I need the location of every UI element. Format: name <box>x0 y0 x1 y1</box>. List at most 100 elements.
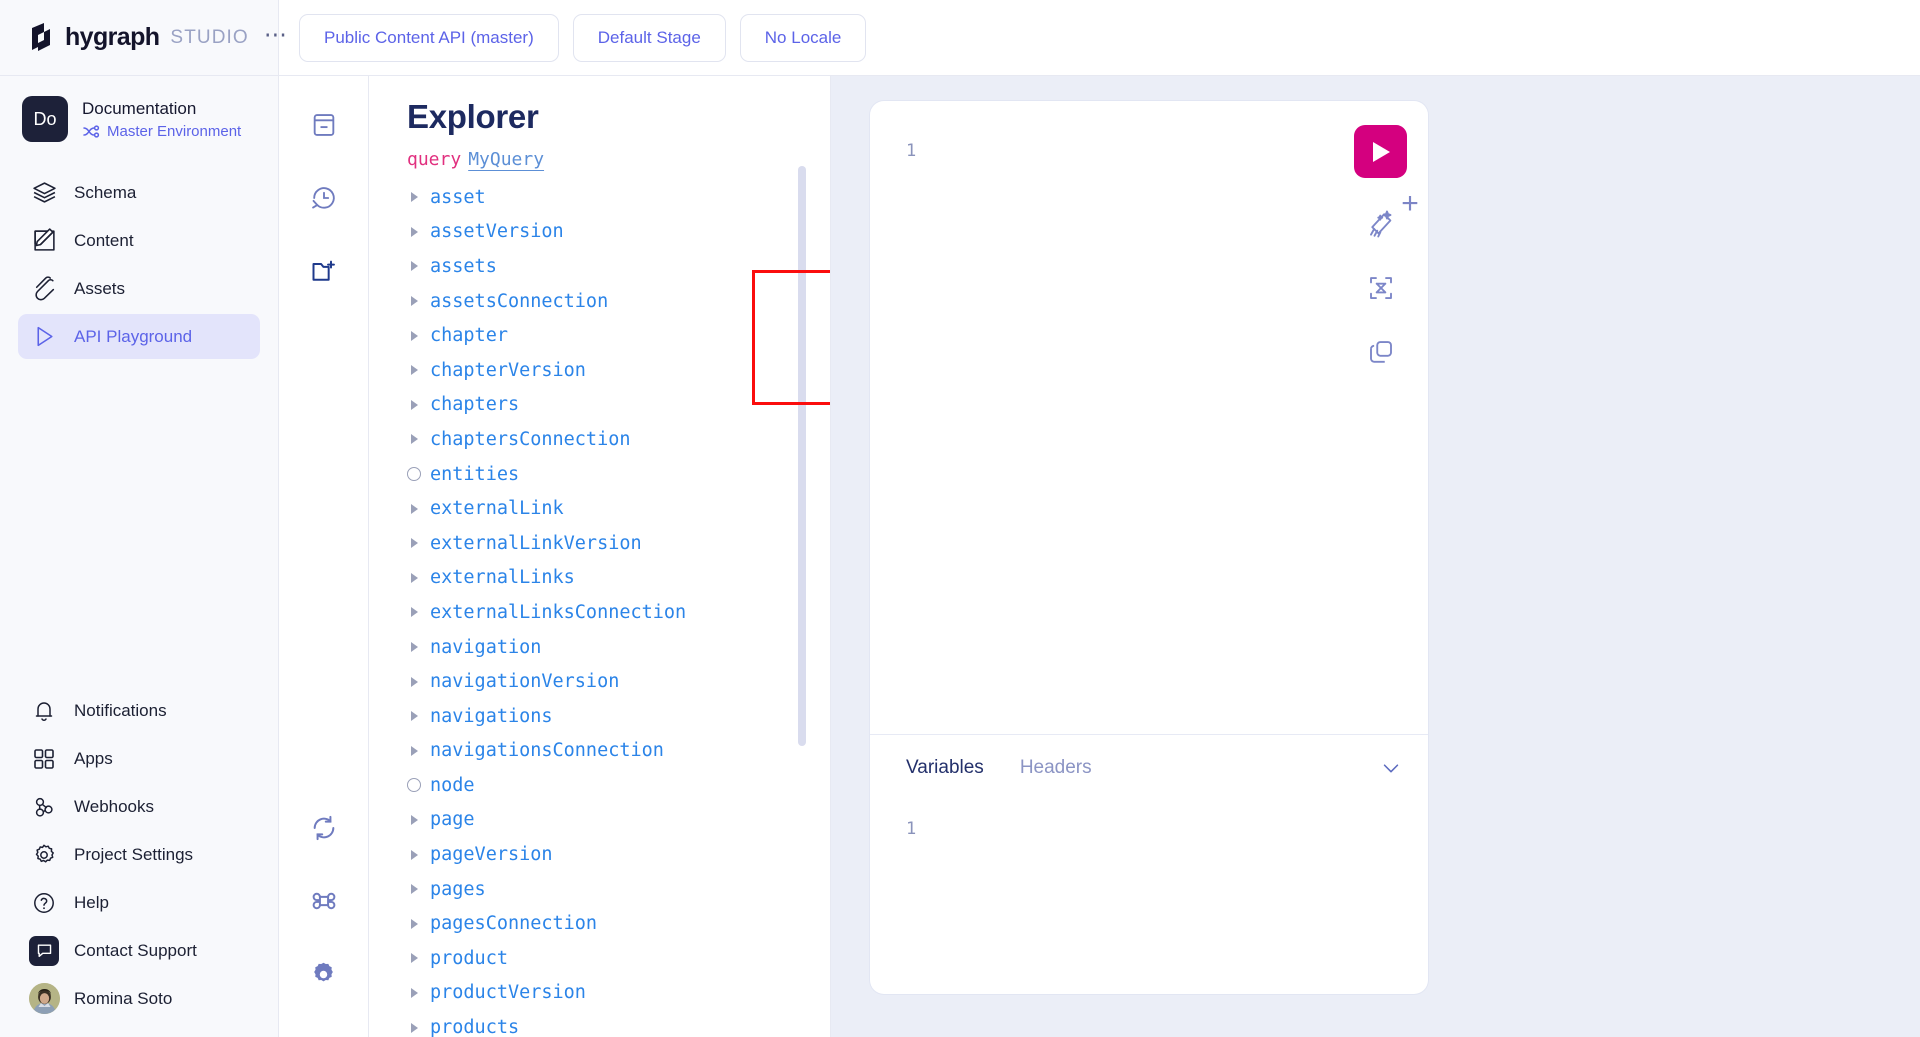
left-sidebar: hygraph STUDIO ⋯ Do Documentation <box>0 0 279 1037</box>
editor-area: + 1 <box>831 76 1920 1037</box>
caret-right-icon <box>407 711 421 721</box>
project-environment[interactable]: Master Environment <box>82 123 241 140</box>
gear-icon <box>31 842 57 868</box>
sidebar-item-help[interactable]: Help <box>18 880 260 925</box>
variables-tabs: Variables Headers <box>870 735 1428 801</box>
sidebar-item-apps[interactable]: Apps <box>18 736 260 781</box>
brand-header[interactable]: hygraph STUDIO ⋯ <box>0 0 278 76</box>
explorer-field-label: assetsConnection <box>430 291 608 312</box>
sidebar-item-notifications[interactable]: Notifications <box>18 688 260 733</box>
project-switcher[interactable]: Do Documentation Master Environment <box>0 76 278 164</box>
docs-book-icon[interactable] <box>301 102 347 148</box>
explorer-field-tree: asset assetVersion assets assetsConnection c… <box>369 180 830 1037</box>
sidebar-item-label: Project Settings <box>74 845 193 865</box>
explorer-scrollbar[interactable] <box>798 166 806 746</box>
explorer-field-row[interactable]: productVersion <box>369 976 830 1011</box>
sidebar-item-webhooks[interactable]: Webhooks <box>18 784 260 829</box>
brand-more-icon[interactable]: ⋯ <box>264 29 288 47</box>
explorer-field-label: navigationVersion <box>430 671 619 692</box>
explorer-field-row[interactable]: pageVersion <box>369 837 830 872</box>
explorer-field-row[interactable]: products <box>369 1010 830 1037</box>
copy-query-icon[interactable] <box>1363 334 1399 370</box>
sidebar-item-user-account[interactable]: Romina Soto <box>18 976 260 1021</box>
explorer-field-row[interactable]: navigationsConnection <box>369 734 830 769</box>
explorer-field-row[interactable]: pages <box>369 872 830 907</box>
sidebar-item-api-playground[interactable]: API Playground <box>18 314 260 359</box>
explorer-content: Explorer queryMyQuery assetassetVersiona… <box>369 98 830 1037</box>
explorer-field-row[interactable]: externalLinksConnection <box>369 595 830 630</box>
execute-query-button[interactable] <box>1354 125 1407 178</box>
explorer-field-row[interactable]: asset <box>369 180 830 215</box>
caret-right-icon <box>407 192 421 202</box>
new-folder-icon[interactable] <box>301 248 347 294</box>
tab-variables[interactable]: Variables <box>906 757 984 779</box>
bell-icon <box>31 698 57 724</box>
playground-body: Explorer queryMyQuery assetassetVersiona… <box>279 76 1920 1037</box>
variables-line-number: 1 <box>906 819 916 839</box>
chevron-down-icon[interactable] <box>1380 757 1402 779</box>
variables-pane: Variables Headers 1 <box>870 735 1428 994</box>
sidebar-item-label: Contact Support <box>74 941 197 961</box>
avatar-wrapper <box>31 986 57 1012</box>
explorer-field-row[interactable]: entities <box>369 457 830 492</box>
locale-selector-button[interactable]: No Locale <box>740 14 867 62</box>
explorer-panel: Explorer queryMyQuery assetassetVersiona… <box>369 76 831 1037</box>
explorer-field-row[interactable]: navigations <box>369 699 830 734</box>
variables-editor[interactable]: 1 <box>870 801 1428 994</box>
command-key-icon[interactable] <box>301 878 347 924</box>
caret-right-icon <box>407 746 421 756</box>
query-keyword: query <box>407 149 461 170</box>
explorer-field-row[interactable]: node <box>369 768 830 803</box>
explorer-field-row[interactable]: assets <box>369 249 830 284</box>
sidebar-item-label: Content <box>74 231 134 251</box>
sidebar-item-assets[interactable]: Assets <box>18 266 260 311</box>
caret-right-icon <box>407 642 421 652</box>
project-name: Documentation <box>82 98 241 121</box>
app-root: hygraph STUDIO ⋯ Do Documentation <box>0 0 1920 1037</box>
explorer-field-label: chapter <box>430 325 508 346</box>
sidebar-item-label: Webhooks <box>74 797 154 817</box>
merge-fragments-icon[interactable] <box>1363 270 1399 306</box>
sidebar-item-schema[interactable]: Schema <box>18 170 260 215</box>
query-editor-pane[interactable]: 1 <box>870 101 1428 735</box>
avatar <box>29 983 60 1014</box>
query-name[interactable]: MyQuery <box>468 149 544 170</box>
explorer-field-row[interactable]: navigationVersion <box>369 664 830 699</box>
explorer-field-row[interactable]: externalLinkVersion <box>369 526 830 561</box>
explorer-field-row[interactable]: externalLinks <box>369 561 830 596</box>
explorer-field-label: entities <box>430 464 519 485</box>
explorer-field-row[interactable]: assetsConnection <box>369 284 830 319</box>
explorer-field-row[interactable]: product <box>369 941 830 976</box>
brand-suffix: STUDIO <box>170 27 248 49</box>
endpoint-selector-button[interactable]: Public Content API (master) <box>299 14 559 62</box>
prettify-magic-icon[interactable] <box>1363 206 1399 242</box>
explorer-field-label: externalLink <box>430 498 564 519</box>
history-clock-icon[interactable] <box>301 175 347 221</box>
explorer-field-row[interactable]: navigation <box>369 630 830 665</box>
explorer-field-label: assetVersion <box>430 221 564 242</box>
explorer-field-row[interactable]: page <box>369 803 830 838</box>
user-avatar-photo <box>29 983 60 1014</box>
caret-right-icon <box>407 261 421 271</box>
sidebar-item-contact-support[interactable]: Contact Support <box>18 928 260 973</box>
circle-marker-icon <box>407 778 421 792</box>
caret-right-icon <box>407 296 421 306</box>
settings-gear-icon[interactable] <box>301 951 347 997</box>
stage-selector-button[interactable]: Default Stage <box>573 14 726 62</box>
explorer-field-label: page <box>430 809 475 830</box>
explorer-field-row[interactable]: assetVersion <box>369 215 830 250</box>
environment-label: Master Environment <box>107 123 241 140</box>
refresh-icon[interactable] <box>301 805 347 851</box>
caret-right-icon <box>407 400 421 410</box>
explorer-field-label: navigations <box>430 706 553 727</box>
explorer-field-row[interactable]: externalLink <box>369 491 830 526</box>
explorer-field-row[interactable]: chapterVersion <box>369 353 830 388</box>
explorer-field-row[interactable]: pagesConnection <box>369 906 830 941</box>
sidebar-item-content[interactable]: Content <box>18 218 260 263</box>
sidebar-item-project-settings[interactable]: Project Settings <box>18 832 260 877</box>
explorer-field-label: navigation <box>430 637 541 658</box>
explorer-field-row[interactable]: chaptersConnection <box>369 422 830 457</box>
tab-headers[interactable]: Headers <box>1020 757 1092 779</box>
explorer-field-row[interactable]: chapters <box>369 388 830 423</box>
explorer-field-row[interactable]: chapter <box>369 318 830 353</box>
